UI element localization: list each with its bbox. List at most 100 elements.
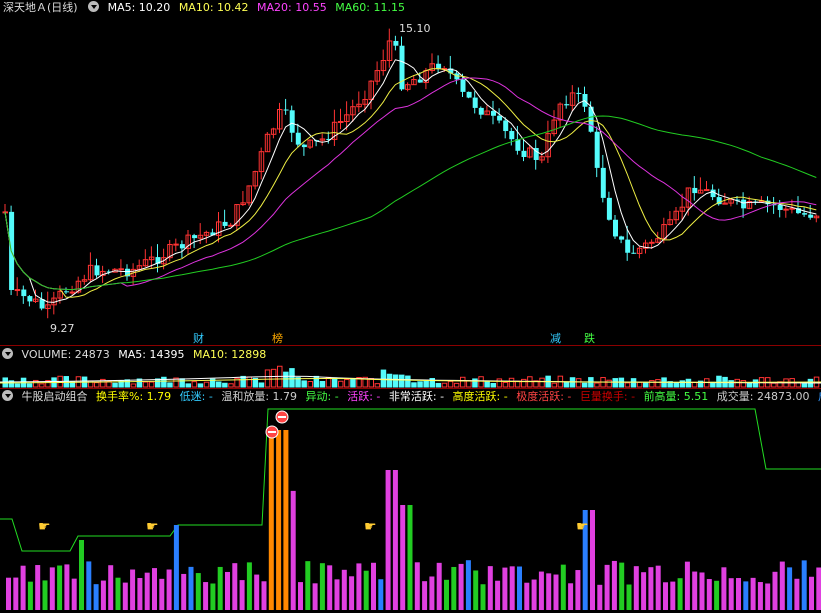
signal-marker-icon bbox=[275, 410, 289, 424]
turnover-bar bbox=[414, 562, 420, 610]
volume-bar bbox=[478, 376, 484, 388]
volume-bar bbox=[185, 383, 191, 388]
candle bbox=[606, 191, 612, 221]
candle bbox=[673, 206, 679, 225]
volume-bar bbox=[746, 382, 753, 388]
turnover-bar bbox=[64, 564, 70, 610]
price-panel[interactable]: 深天地Ａ(日线) MA5: 10.20 MA10: 10.42 MA20: 10… bbox=[0, 0, 821, 345]
volume-bar bbox=[130, 383, 137, 388]
volume-bar bbox=[331, 377, 338, 388]
candle bbox=[270, 127, 277, 139]
volume-bar bbox=[655, 379, 661, 388]
candle bbox=[283, 98, 289, 115]
candle bbox=[319, 133, 326, 146]
candle bbox=[295, 123, 301, 148]
event-tag-drop[interactable]: 跌 bbox=[584, 330, 595, 346]
turnover-bar bbox=[334, 579, 340, 610]
turnover-bar bbox=[626, 584, 632, 610]
candle bbox=[167, 239, 173, 262]
turnover-bar bbox=[721, 567, 727, 610]
high-price-label: 15.10 bbox=[399, 22, 431, 35]
volume-header: VOLUME: 24873 MA5: 14395 MA10: 12898 bbox=[0, 347, 271, 362]
dropdown-icon[interactable] bbox=[2, 390, 13, 401]
candle bbox=[185, 230, 191, 255]
candle bbox=[356, 91, 362, 113]
candle bbox=[564, 95, 570, 109]
volume-bar bbox=[344, 379, 350, 388]
dropdown-icon[interactable] bbox=[2, 348, 13, 359]
candle bbox=[69, 285, 76, 295]
volume-bar bbox=[240, 375, 246, 388]
candle bbox=[228, 222, 234, 227]
turnover-bar bbox=[779, 561, 785, 610]
ind-huge: 巨量换手: - bbox=[579, 390, 636, 403]
event-tag-finance[interactable]: 财 bbox=[193, 330, 204, 346]
volume-bar bbox=[307, 381, 313, 388]
turnover-bar bbox=[122, 582, 128, 610]
volume-bar bbox=[392, 374, 399, 388]
turnover-bar bbox=[757, 582, 763, 610]
turnover-bar bbox=[560, 564, 566, 610]
candle bbox=[81, 274, 88, 285]
hand-pointer-icon: ☛ bbox=[364, 519, 377, 535]
turnover-bar bbox=[166, 569, 172, 610]
turnover-bar bbox=[130, 569, 136, 610]
turnover-bar bbox=[531, 579, 537, 610]
volume-panel[interactable]: VOLUME: 24873 MA5: 14395 MA10: 12898 bbox=[0, 346, 821, 388]
candle bbox=[704, 180, 710, 192]
candle bbox=[484, 105, 490, 116]
ind-prev-high: 前高量: 5.51 bbox=[643, 390, 709, 403]
volume-bar bbox=[319, 380, 326, 388]
candle bbox=[509, 127, 515, 146]
candle bbox=[765, 196, 771, 213]
volume-bar bbox=[575, 378, 582, 388]
candle bbox=[405, 82, 411, 92]
volume-bar bbox=[191, 381, 198, 388]
event-tag-list[interactable]: 榜 bbox=[272, 330, 283, 346]
turnover-bar bbox=[188, 566, 194, 610]
turnover-bar bbox=[159, 578, 165, 610]
turnover-bar bbox=[436, 562, 442, 610]
candle bbox=[697, 177, 704, 194]
volume-bar bbox=[124, 379, 130, 388]
hand-pointer-icon: ☛ bbox=[146, 519, 159, 535]
turnover-bar bbox=[254, 574, 260, 610]
volume-bar bbox=[624, 382, 631, 388]
event-tag-reduce[interactable]: 减 bbox=[550, 330, 561, 346]
candle bbox=[338, 108, 344, 130]
candle bbox=[429, 53, 435, 74]
candle bbox=[533, 139, 539, 170]
volume-bar bbox=[685, 378, 692, 388]
turnover-indicator-chart[interactable]: ☛ ☛ ☛ ☛ bbox=[0, 389, 821, 613]
turnover-bar bbox=[35, 565, 41, 610]
turnover-bar bbox=[473, 570, 479, 610]
volume-bar bbox=[582, 382, 588, 388]
candle bbox=[551, 110, 557, 137]
turnover-bar bbox=[809, 576, 814, 610]
volume-bar bbox=[405, 375, 411, 388]
volume-bar bbox=[643, 382, 649, 388]
turnover-bar bbox=[553, 574, 559, 610]
candle bbox=[582, 86, 588, 113]
turnover-bar bbox=[225, 571, 230, 610]
volume-bar bbox=[142, 381, 149, 388]
turnover-bar bbox=[173, 525, 179, 610]
candle bbox=[667, 211, 673, 226]
volume-bar bbox=[508, 377, 515, 388]
volume-bar bbox=[514, 380, 521, 388]
turnover-bar bbox=[684, 561, 690, 610]
hand-pointer-icon: ☛ bbox=[576, 519, 589, 535]
candle bbox=[39, 292, 45, 311]
indicator-panel[interactable]: ☛ ☛ ☛ ☛ 牛股启动组合 换手率%: 1.79 低迷: - 温和放量: 1.79 … bbox=[0, 389, 821, 613]
turnover-bar bbox=[93, 584, 99, 610]
volume-bar bbox=[551, 382, 557, 388]
turnover-bar bbox=[619, 562, 625, 610]
volume-bar bbox=[630, 378, 637, 388]
candle bbox=[569, 85, 576, 112]
dropdown-icon[interactable] bbox=[88, 1, 100, 12]
candlestick-chart[interactable] bbox=[0, 0, 821, 345]
volume-bar bbox=[161, 376, 167, 388]
ind-turnover: 换手率%: 1.79 bbox=[96, 390, 172, 403]
low-price-label: 9.27 bbox=[50, 322, 75, 335]
volume-title: VOLUME: 24873 bbox=[21, 348, 110, 361]
